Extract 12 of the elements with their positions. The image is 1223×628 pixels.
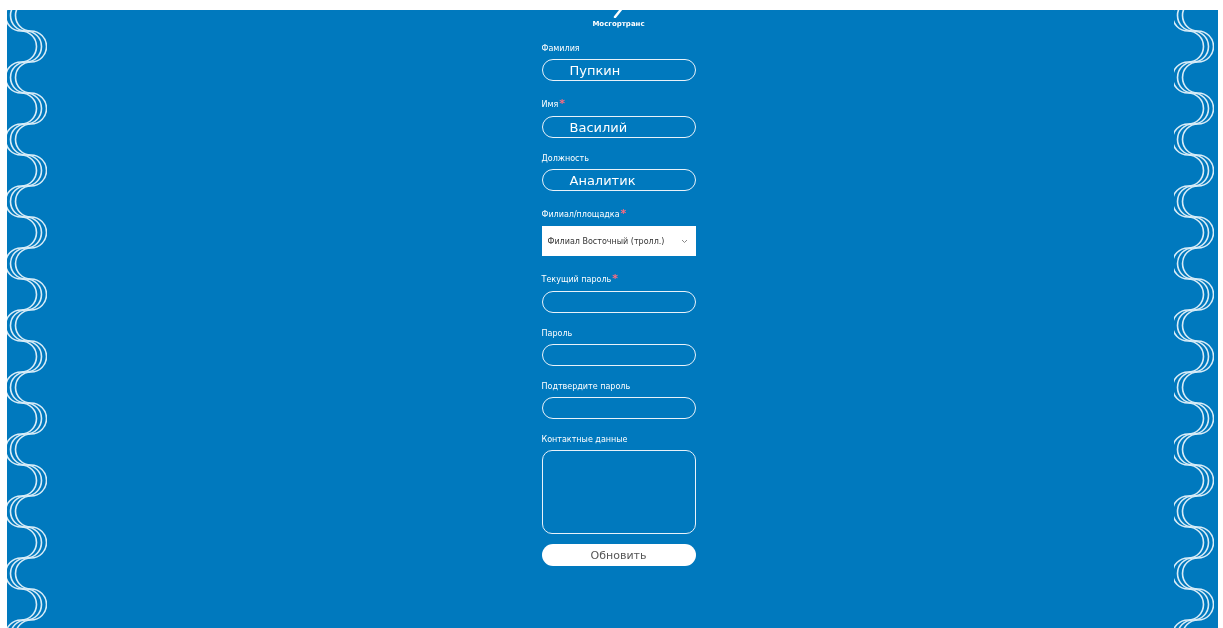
field-label: Подтвердите пароль <box>541 382 632 391</box>
field-label: Должность <box>541 154 590 163</box>
field-label: Пароль <box>541 329 574 338</box>
text-area[interactable] <box>541 450 696 534</box>
dropdown-field[interactable]: Филиал Восточный (тролл.) <box>541 226 696 256</box>
submit-button[interactable]: Обновить <box>541 544 696 566</box>
chevron-down-icon[interactable] <box>680 238 688 244</box>
field-label: Фамилия <box>541 44 581 53</box>
field-label: Текущий пароль* <box>541 272 620 285</box>
field-label: Филиал/площадка* <box>541 207 628 220</box>
field-label: Контактные данные <box>541 435 629 444</box>
field-label: Имя* <box>541 97 567 110</box>
